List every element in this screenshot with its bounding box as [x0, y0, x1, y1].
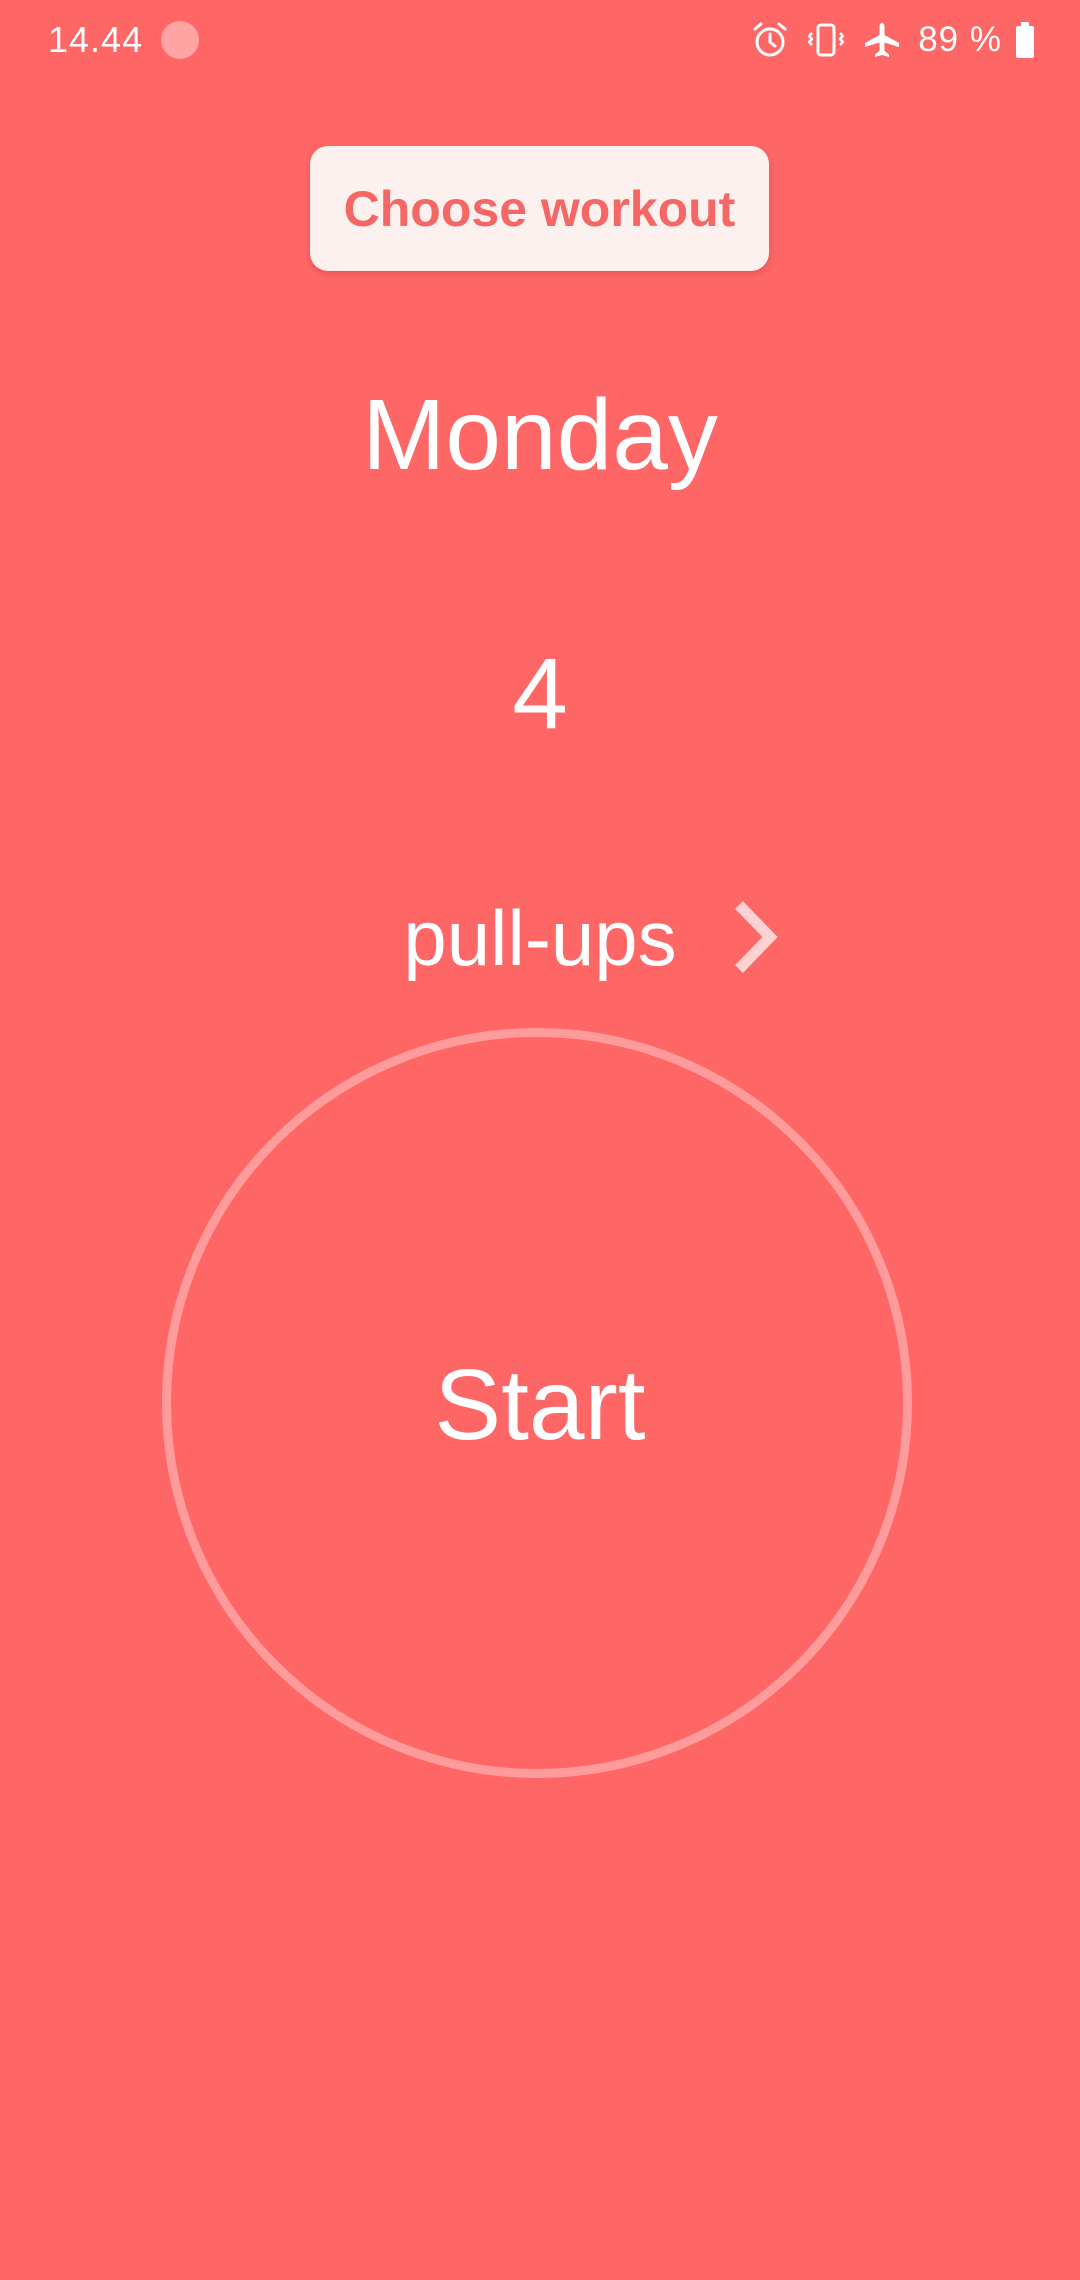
rep-count: 4: [512, 638, 568, 750]
choose-workout-button[interactable]: Choose workout: [310, 146, 769, 271]
exercise-name: pull-ups: [403, 894, 677, 982]
alarm-icon: [750, 20, 790, 60]
notification-dot-icon: [161, 21, 199, 59]
battery-icon: [1016, 22, 1034, 58]
status-icons: 89 %: [750, 16, 1034, 64]
airplane-mode-icon: [862, 20, 902, 60]
status-time: 14.44: [48, 19, 144, 60]
chevron-right-icon[interactable]: [726, 896, 786, 978]
start-button[interactable]: [162, 1028, 912, 1778]
day-title: Monday: [362, 379, 718, 491]
battery-percentage: 89 %: [918, 20, 1002, 59]
status-bar: 14.44 89 %: [0, 0, 1080, 80]
vibrate-icon: [806, 20, 846, 60]
